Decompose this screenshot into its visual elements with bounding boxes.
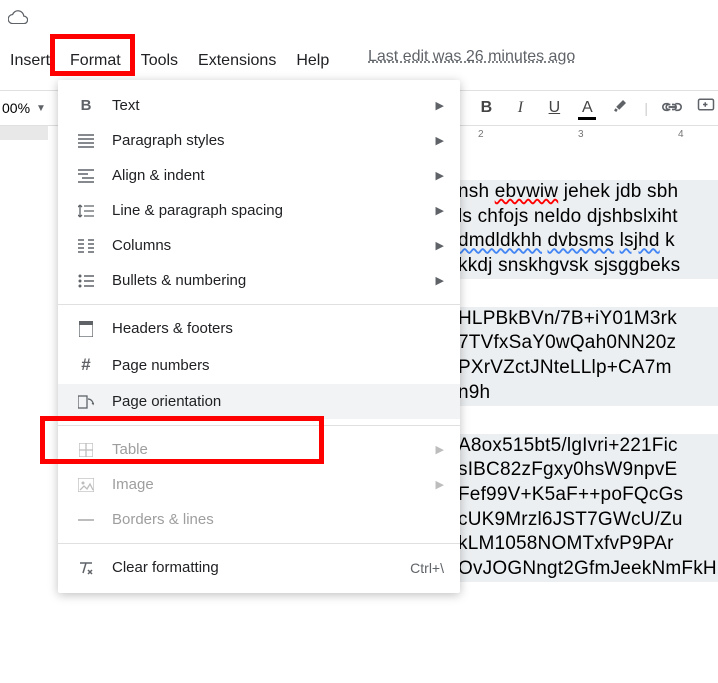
menu-image: Image ▶ <box>58 467 460 502</box>
insert-link-button[interactable] <box>662 99 682 117</box>
menu-table: Table ▶ <box>58 432 460 467</box>
menu-paragraph-styles[interactable]: Paragraph styles ▶ <box>58 123 460 158</box>
align-icon <box>74 169 98 183</box>
columns-icon <box>74 239 98 253</box>
underline-button[interactable]: U <box>544 99 564 117</box>
italic-button[interactable]: I <box>510 99 530 117</box>
clear-format-icon <box>74 561 98 575</box>
bullets-icon <box>74 274 98 288</box>
line-icon <box>74 518 98 522</box>
menu-divider <box>58 304 460 305</box>
add-comment-button[interactable] <box>696 97 716 120</box>
menu-line-spacing[interactable]: Line & paragraph spacing ▶ <box>58 193 460 228</box>
caret-down-icon: ▼ <box>36 103 46 114</box>
ruler-margin <box>0 126 48 140</box>
table-icon <box>74 443 98 457</box>
text-color-button[interactable]: A <box>578 99 596 117</box>
bold-icon: B <box>74 97 98 114</box>
menu-headers-footers[interactable]: Headers & footers <box>58 311 460 346</box>
menu-format[interactable]: Format <box>60 46 131 76</box>
zoom-selector[interactable]: 00% ▼ <box>2 100 46 116</box>
submenu-arrow-icon: ▶ <box>436 274 444 287</box>
menu-divider <box>58 425 460 426</box>
doc-paragraph: nsh ebvwiw jehek jdb sbh ls chfojs neldo… <box>458 180 718 279</box>
menu-borders-lines: Borders & lines <box>58 502 460 537</box>
submenu-arrow-icon: ▶ <box>436 134 444 147</box>
doc-paragraph: HLPBkBVn/7B+iY01M3rk 7TVfxSaY0wQah0NN20z… <box>458 307 718 406</box>
submenu-arrow-icon: ▶ <box>436 443 444 456</box>
submenu-arrow-icon: ▶ <box>436 204 444 217</box>
submenu-arrow-icon: ▶ <box>436 169 444 182</box>
submenu-arrow-icon: ▶ <box>436 239 444 252</box>
image-icon <box>74 478 98 492</box>
menu-columns[interactable]: Columns ▶ <box>58 228 460 263</box>
orientation-icon <box>74 394 98 410</box>
menu-insert[interactable]: Insert <box>0 46 60 76</box>
spacing-icon <box>74 204 98 218</box>
menu-clear-formatting[interactable]: Clear formatting Ctrl+\ <box>58 550 460 585</box>
menu-align-indent[interactable]: Align & indent ▶ <box>58 158 460 193</box>
menu-page-orientation[interactable]: Page orientation <box>58 384 460 419</box>
menubar: Insert Format Tools Extensions Help <box>0 46 339 76</box>
doc-paragraph: A8ox515bt5/lgIvri+221Fic sIBC82zFgxy0hsW… <box>458 434 718 582</box>
menu-tools[interactable]: Tools <box>131 46 188 76</box>
submenu-arrow-icon: ▶ <box>436 99 444 112</box>
highlight-button[interactable] <box>610 97 630 120</box>
menu-divider <box>58 543 460 544</box>
menu-help[interactable]: Help <box>286 46 339 76</box>
menu-extensions[interactable]: Extensions <box>188 46 286 76</box>
shortcut-label: Ctrl+\ <box>410 560 444 576</box>
submenu-arrow-icon: ▶ <box>436 478 444 491</box>
document-body[interactable]: nsh ebvwiw jehek jdb sbh ls chfojs neldo… <box>458 180 718 610</box>
hash-icon: # <box>74 355 98 375</box>
last-edit-link[interactable]: Last edit was 26 minutes ago <box>368 48 575 66</box>
paragraph-icon <box>74 134 98 148</box>
cloud-saved-icon <box>8 10 28 27</box>
menu-bullets-numbering[interactable]: Bullets & numbering ▶ <box>58 263 460 298</box>
ruler[interactable]: 2 3 4 <box>458 126 718 142</box>
bold-button[interactable]: B <box>476 99 496 117</box>
menu-text[interactable]: B Text ▶ <box>58 88 460 123</box>
format-dropdown: B Text ▶ Paragraph styles ▶ Align & inde… <box>58 80 460 593</box>
menu-page-numbers[interactable]: # Page numbers <box>58 346 460 384</box>
headers-icon <box>74 321 98 337</box>
